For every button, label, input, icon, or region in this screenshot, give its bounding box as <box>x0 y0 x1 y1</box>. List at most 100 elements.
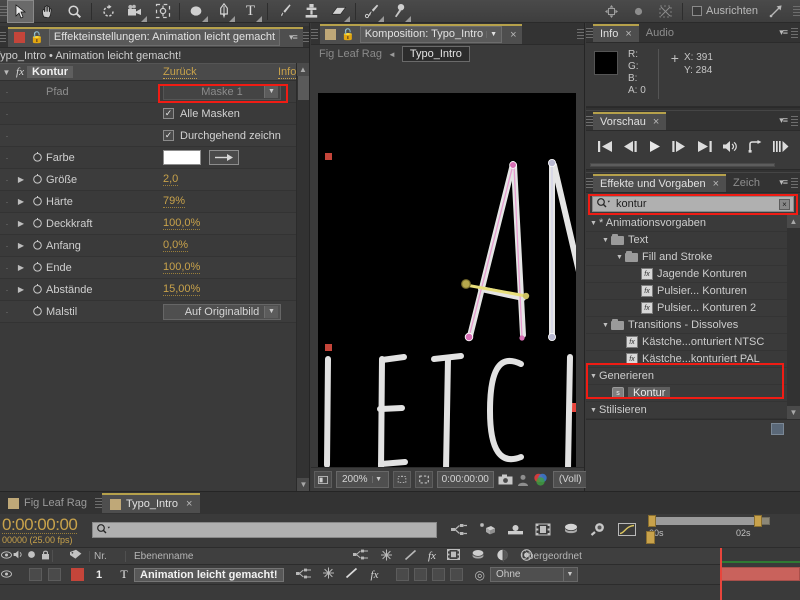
twirl-icon-4[interactable]: ▼ <box>600 322 611 329</box>
loop-button[interactable] <box>748 139 763 153</box>
solo-icon[interactable] <box>25 550 38 562</box>
eraser-tool-icon[interactable] <box>325 0 352 23</box>
preview-panel-menu-icon[interactable]: ▾≡ <box>779 115 788 126</box>
tab-composition[interactable]: 🔓 Komposition: Typo_Intro ▼ × <box>320 23 522 44</box>
ellipse-tool-icon[interactable] <box>183 0 210 23</box>
channel-rgb-icon[interactable] <box>533 473 549 486</box>
deckkraft-twirl-icon[interactable]: ▶ <box>14 219 28 228</box>
alle-masken-control[interactable]: ✓ Alle Masken <box>163 108 240 120</box>
snapping-checkbox[interactable] <box>692 6 703 16</box>
transform-icon[interactable] <box>598 0 625 23</box>
tab-preview-close-icon[interactable]: × <box>653 116 659 128</box>
camera-tool-caret[interactable] <box>141 15 147 22</box>
pan-behind-tool-icon[interactable] <box>149 0 176 23</box>
stopwatch-icon-anfang[interactable] <box>28 239 46 253</box>
tab-info-close-icon[interactable]: × <box>625 28 631 40</box>
pen-tool-icon[interactable] <box>210 0 237 23</box>
last-frame-button[interactable] <box>697 140 713 153</box>
ec-panel-grip[interactable] <box>0 28 7 45</box>
ram-preview-button[interactable] <box>772 140 789 153</box>
deckkraft-value[interactable]: 100,0% <box>163 217 201 230</box>
eyedropper-icon[interactable] <box>209 150 239 165</box>
tree-row-kaestchen-pal[interactable]: fx Kästche...konturiert PAL <box>586 351 800 368</box>
anchor-dot-icon[interactable] <box>625 0 652 23</box>
type-tool-icon[interactable]: T <box>237 0 264 23</box>
timecode-value[interactable]: 0:00:00:00 <box>2 516 78 534</box>
alle-masken-checkbox[interactable]: ✓ <box>163 108 174 119</box>
shape-tool-caret[interactable] <box>202 15 208 22</box>
tab-preview[interactable]: Vorschau × <box>593 111 667 130</box>
puppet-pin-tool-icon[interactable] <box>386 0 413 23</box>
play-button[interactable] <box>648 140 662 153</box>
lock-layer-icon[interactable] <box>38 550 52 563</box>
hand-tool-icon[interactable] <box>34 0 61 23</box>
ende-value[interactable]: 100,0% <box>163 261 201 274</box>
tree-row-transitions-dissolves[interactable]: ▼ Transitions - Dissolves <box>586 317 800 334</box>
info-panel-menu-icon[interactable]: ▾≡ <box>779 27 788 38</box>
search-input[interactable]: kontur <box>616 198 774 210</box>
switch-motionblur-icon[interactable] <box>471 549 485 563</box>
previous-frame-button[interactable] <box>622 140 638 153</box>
layer-label-color[interactable] <box>71 568 84 581</box>
tree-row-text[interactable]: ▼ Text <box>586 232 800 249</box>
layer-switch-box-3[interactable] <box>431 568 445 581</box>
malstil-dropdown[interactable]: Auf Originalbild ▼ <box>163 303 281 320</box>
comp-tabrow-grip[interactable] <box>577 25 584 42</box>
info-tabrow-grip[interactable] <box>791 24 798 41</box>
timeline-tab-typo-intro[interactable]: Typo_Intro × <box>101 493 201 513</box>
tl-tab2-close-icon[interactable]: × <box>186 498 192 510</box>
switch-3d-icon[interactable] <box>380 549 393 564</box>
snapping-toggle[interactable]: Ausrichten <box>692 5 758 17</box>
layer-quality-icon[interactable] <box>345 567 358 582</box>
tree-row-kontur[interactable]: s Kontur <box>586 385 800 402</box>
haerte-twirl-icon[interactable]: ▶ <box>14 197 28 206</box>
twirl-icon-3[interactable]: ▼ <box>614 254 625 261</box>
tab-info[interactable]: Info × <box>593 23 639 42</box>
layer-parent-dropdown[interactable]: Ohne ▼ <box>490 567 579 582</box>
anfang-value[interactable]: 0,0% <box>163 239 189 252</box>
search-icon[interactable] <box>596 197 611 211</box>
effect-twirl-icon[interactable]: ▼ <box>0 68 13 77</box>
tab-effects-close-icon[interactable]: × <box>713 178 719 190</box>
ec-panel-menu-icon[interactable]: ▾≡ <box>289 32 298 43</box>
lock-icon[interactable]: 🔓 <box>30 31 44 44</box>
info-panel-grip[interactable] <box>586 24 593 41</box>
tree-row-pulsier-konturen[interactable]: fx Pulsier... Konturen <box>586 283 800 300</box>
abstaende-value[interactable]: 15,00% <box>163 283 201 296</box>
audio-speaker-icon[interactable] <box>12 550 25 562</box>
switch-frameblend-icon[interactable] <box>446 549 460 563</box>
tree-row-stilisieren[interactable]: ▼ Stilisieren <box>586 402 800 419</box>
stopwatch-icon-malstil[interactable] <box>28 305 46 319</box>
zoom-tool-icon[interactable] <box>61 0 88 23</box>
new-preset-icon[interactable] <box>771 422 784 435</box>
tab-effects-presets[interactable]: Effekte und Vorgaben × <box>593 173 727 192</box>
abstaende-twirl-icon[interactable]: ▶ <box>14 285 28 294</box>
effect-name[interactable]: Kontur <box>27 66 74 78</box>
chevron-down-icon[interactable]: ▼ <box>264 85 278 98</box>
layer-switch-box-2[interactable] <box>413 568 427 581</box>
tree-row-pulsier-konturen-2[interactable]: fx Pulsier... Konturen 2 <box>586 300 800 317</box>
composition-viewer[interactable] <box>311 63 584 478</box>
tree-row-kaestchen-ntsc[interactable]: fx Kästche...onturiert NTSC <box>586 334 800 351</box>
ec-tabrow-grip[interactable] <box>302 28 309 45</box>
fx-scroll-up-icon[interactable]: ▲ <box>787 215 800 228</box>
timecode-block[interactable]: 0:00:00:00 00000 (25.00 fps) <box>0 514 86 547</box>
timeline-ruler[interactable]: 00s 02s <box>644 514 800 547</box>
layer-effects-icon[interactable]: fx <box>368 569 382 581</box>
layer-solo-toggle[interactable] <box>29 568 42 581</box>
brush-tool-icon[interactable] <box>271 0 298 23</box>
timeline-tab-fig-leaf-rag[interactable]: Fig Leaf Rag <box>0 493 95 513</box>
type-tool-caret[interactable] <box>256 15 262 22</box>
composition-canvas[interactable] <box>318 93 576 478</box>
ende-twirl-icon[interactable]: ▶ <box>14 263 28 272</box>
graph-editor-icon[interactable] <box>451 523 468 539</box>
always-preview-icon[interactable] <box>314 471 332 488</box>
effect-header-kontur[interactable]: ▼ fx Kontur Zurück Infos <box>0 63 309 81</box>
effect-controls-scrollbar[interactable]: ▲ ▼ <box>296 63 309 491</box>
stopwatch-icon-ende[interactable] <box>28 261 46 275</box>
effects-panel-grip[interactable] <box>586 174 593 191</box>
audio-toggle-button[interactable] <box>722 140 738 153</box>
grid-guides-icon[interactable] <box>392 471 411 488</box>
column-header-number[interactable]: Nr. <box>89 550 125 562</box>
comp-lock-icon[interactable]: 🔓 <box>341 28 355 41</box>
